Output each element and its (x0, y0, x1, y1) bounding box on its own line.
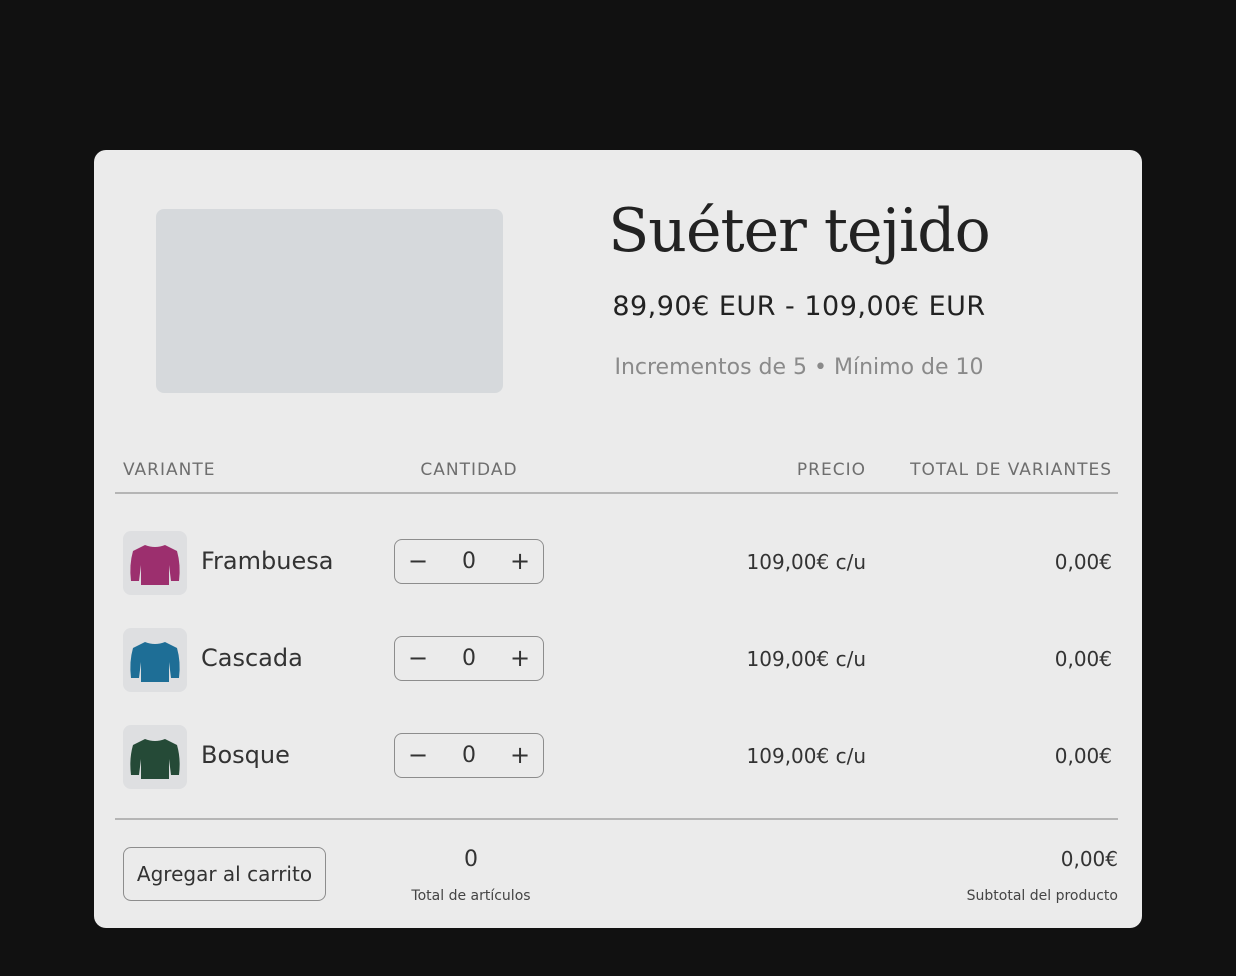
header-quantity: CANTIDAD (420, 460, 518, 480)
decrement-button[interactable]: − (397, 540, 439, 583)
variant-thumbnail (123, 531, 187, 595)
quantity-value[interactable]: 0 (439, 540, 499, 583)
variant-total: 0,00€ (1054, 647, 1112, 671)
variant-row: Frambuesa − 0 + 109,00€ c/u 0,00€ (94, 531, 1142, 597)
increment-button[interactable]: + (499, 734, 541, 777)
variant-name: Frambuesa (201, 547, 334, 575)
quantity-rules: Incrementos de 5 • Mínimo de 10 (614, 355, 984, 380)
add-to-cart-button[interactable]: Agregar al carrito (123, 847, 326, 901)
product-subtotal: 0,00€ (1060, 847, 1118, 871)
quantity-stepper: − 0 + (394, 636, 544, 681)
sweater-icon (130, 545, 180, 585)
price-range: 89,90€ EUR - 109,00€ EUR (612, 291, 986, 322)
product-image-placeholder (156, 209, 503, 393)
quantity-stepper: − 0 + (394, 539, 544, 584)
variant-thumbnail (123, 628, 187, 692)
decrement-button[interactable]: − (397, 637, 439, 680)
variant-total: 0,00€ (1054, 744, 1112, 768)
header-divider (115, 492, 1118, 494)
unit-price: 109,00€ c/u (746, 744, 866, 768)
variant-row: Bosque − 0 + 109,00€ c/u 0,00€ (94, 725, 1142, 791)
increment-button[interactable]: + (499, 540, 541, 583)
variant-name: Bosque (201, 741, 290, 769)
header-price: PRECIO (796, 460, 866, 480)
variant-row: Cascada − 0 + 109,00€ c/u 0,00€ (94, 628, 1142, 694)
header-variant: VARIANTE (123, 460, 216, 480)
quantity-value[interactable]: 0 (439, 734, 499, 777)
total-items-label: Total de artículos (411, 888, 531, 904)
quantity-stepper: − 0 + (394, 733, 544, 778)
total-items-count: 0 (464, 847, 478, 872)
decrement-button[interactable]: − (397, 734, 439, 777)
product-subtotal-label: Subtotal del producto (966, 888, 1118, 904)
variant-total: 0,00€ (1054, 550, 1112, 574)
variant-name: Cascada (201, 644, 303, 672)
product-title: Suéter tejido (608, 196, 991, 266)
product-card: Suéter tejido 89,90€ EUR - 109,00€ EUR I… (94, 150, 1142, 928)
quantity-value[interactable]: 0 (439, 637, 499, 680)
footer-divider (115, 818, 1118, 820)
increment-button[interactable]: + (499, 637, 541, 680)
unit-price: 109,00€ c/u (746, 550, 866, 574)
sweater-icon (130, 739, 180, 779)
sweater-icon (130, 642, 180, 682)
variant-thumbnail (123, 725, 187, 789)
header-variant-total: TOTAL DE VARIANTES (910, 460, 1112, 480)
unit-price: 109,00€ c/u (746, 647, 866, 671)
